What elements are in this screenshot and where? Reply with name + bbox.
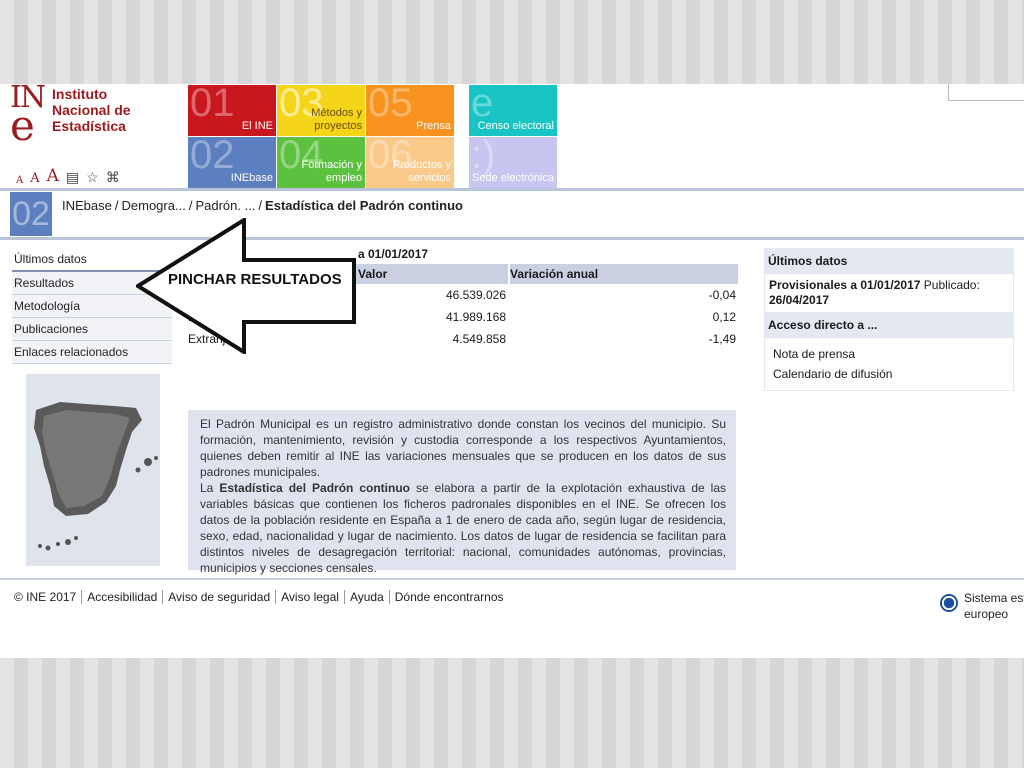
tile-number: e: [471, 85, 494, 125]
provisional-label[interactable]: Provisionales a 01/01/2017: [769, 278, 920, 292]
tile-inebase[interactable]: 02 INEbase: [188, 137, 276, 188]
tile-number: 01: [190, 85, 235, 125]
published-label: Publicado:: [920, 278, 980, 292]
link-nota-prensa[interactable]: Nota de prensa: [773, 344, 1005, 364]
breadcrumb: INEbase / Demogra... / Padrón. ... / Estadísti…: [62, 198, 463, 213]
cell-valor: 41.989.168: [445, 310, 506, 324]
spain-map-icon: [34, 402, 158, 551]
table-title: a 01/01/2017: [358, 247, 429, 261]
text-small-icon[interactable]: A: [16, 175, 23, 186]
tile-label: Censo electoral: [477, 120, 554, 132]
ine-logo[interactable]: IN e Instituto Nacional de Estadística: [10, 84, 150, 154]
breadcrumb-demografia[interactable]: Demogra...: [122, 198, 186, 213]
tile-label: Productos y servicios: [392, 159, 451, 184]
tile-prensa[interactable]: 05 Prensa: [366, 85, 454, 136]
tile-label: Métodos y proyectos: [311, 107, 362, 132]
tile-el-ine[interactable]: 01 El INE: [188, 85, 276, 136]
tile-number: 02: [190, 137, 235, 177]
direct-access-title: Acceso directo a ...: [764, 312, 1014, 338]
divider: [0, 188, 1024, 191]
tile-formacion[interactable]: 04 Formación y empleo: [277, 137, 365, 188]
footer-aviso-seguridad[interactable]: Aviso de seguridad: [163, 590, 277, 604]
footer-accesibilidad[interactable]: Accesibilidad: [82, 590, 164, 604]
description-paragraph-2: La Estadística del Padrón continuo se el…: [200, 480, 726, 576]
ine-logo-mark: IN e: [10, 84, 46, 150]
cell-valor: 4.549.858: [452, 332, 506, 346]
breadcrumb-padron[interactable]: Padrón. ...: [195, 198, 255, 213]
header-valor: Valor: [358, 267, 388, 281]
ess-line-2: europeo: [964, 607, 1009, 621]
section-badge: 02: [10, 192, 52, 236]
tile-label: El INE: [241, 120, 273, 132]
ess-line-1: Sistema est: [964, 591, 1024, 605]
text-large-icon[interactable]: A: [47, 166, 59, 186]
accessibility-tools: A A A ▤ ☆ ⌘: [16, 166, 120, 186]
breadcrumb-current: Estadística del Padrón continuo: [265, 198, 463, 213]
direct-access-links: Nota de prensa Calendario de difusión: [764, 338, 1014, 391]
published-date: 26/04/2017: [769, 293, 830, 307]
tile-label: INEbase: [230, 172, 273, 184]
header-variacion: Variación anual: [510, 267, 599, 281]
cell-valor: 46.539.026: [445, 288, 506, 302]
provisional-data[interactable]: Provisionales a 01/01/2017 Publicado: 26…: [764, 274, 1014, 312]
right-panel-title: Últimos datos: [764, 248, 1014, 274]
tile-sede[interactable]: :) Sede electrónica: [469, 137, 557, 188]
arrow-annotation-label: PINCHAR RESULTADOS: [168, 271, 342, 288]
tile-label: Sede electrónica: [472, 172, 554, 184]
print-icon[interactable]: ▤: [66, 169, 79, 186]
logo-line-3: Estadística: [52, 118, 126, 134]
tile-metodos[interactable]: 03 Métodos y proyectos: [277, 85, 365, 136]
tile-censo[interactable]: e Censo electoral: [469, 85, 557, 136]
logo-line-2: Nacional de: [52, 102, 131, 118]
footer-ayuda[interactable]: Ayuda: [345, 590, 390, 604]
text-medium-icon[interactable]: A: [30, 171, 39, 186]
tile-label: Formación y empleo: [301, 159, 362, 184]
tile-productos[interactable]: 06 Productos y servicios: [366, 137, 454, 188]
ine-page: IN e Instituto Nacional de Estadística A…: [0, 84, 1024, 658]
ess-text: Sistema est europeo: [964, 590, 1024, 622]
footer-donde-encontrarnos[interactable]: Dónde encontrarnos: [390, 590, 509, 604]
p2-pre: La: [200, 481, 220, 495]
breadcrumb-inebase[interactable]: INEbase: [62, 198, 112, 213]
p2-post: se elabora a partir de la explotación ex…: [200, 481, 727, 575]
spain-map-image[interactable]: [26, 374, 160, 566]
right-panel: Últimos datos Provisionales a 01/01/2017…: [764, 248, 1014, 391]
footer-copyright: © INE 2017: [14, 590, 83, 604]
link-calendario[interactable]: Calendario de difusión: [773, 364, 1005, 384]
favorite-star-icon[interactable]: ☆: [86, 169, 99, 186]
footer-aviso-legal[interactable]: Aviso legal: [276, 590, 345, 604]
cell-variacion: -0,04: [708, 288, 736, 302]
ess-globe-icon: [940, 594, 958, 612]
cell-variacion: 0,12: [712, 310, 736, 324]
tile-number: 05: [368, 85, 413, 125]
search-box-fragment[interactable]: [948, 84, 1024, 101]
logo-line-1: Instituto: [52, 86, 108, 102]
tile-number: :): [471, 137, 496, 177]
description-paragraph-1: El Padrón Municipal es un registro admin…: [200, 417, 726, 479]
tile-label: Prensa: [416, 120, 451, 132]
footer-links: © INE 2017 Accesibilidad Aviso de seguri…: [14, 590, 509, 604]
description-box: El Padrón Municipal es un registro admin…: [188, 410, 736, 575]
logo-text: Instituto Nacional de Estadística: [52, 86, 162, 134]
footer-divider: [0, 578, 1024, 580]
p2-bold: Estadística del Padrón continuo: [219, 481, 410, 495]
cell-variacion: -1,49: [708, 332, 736, 346]
sitemap-icon[interactable]: ⌘: [106, 169, 120, 186]
